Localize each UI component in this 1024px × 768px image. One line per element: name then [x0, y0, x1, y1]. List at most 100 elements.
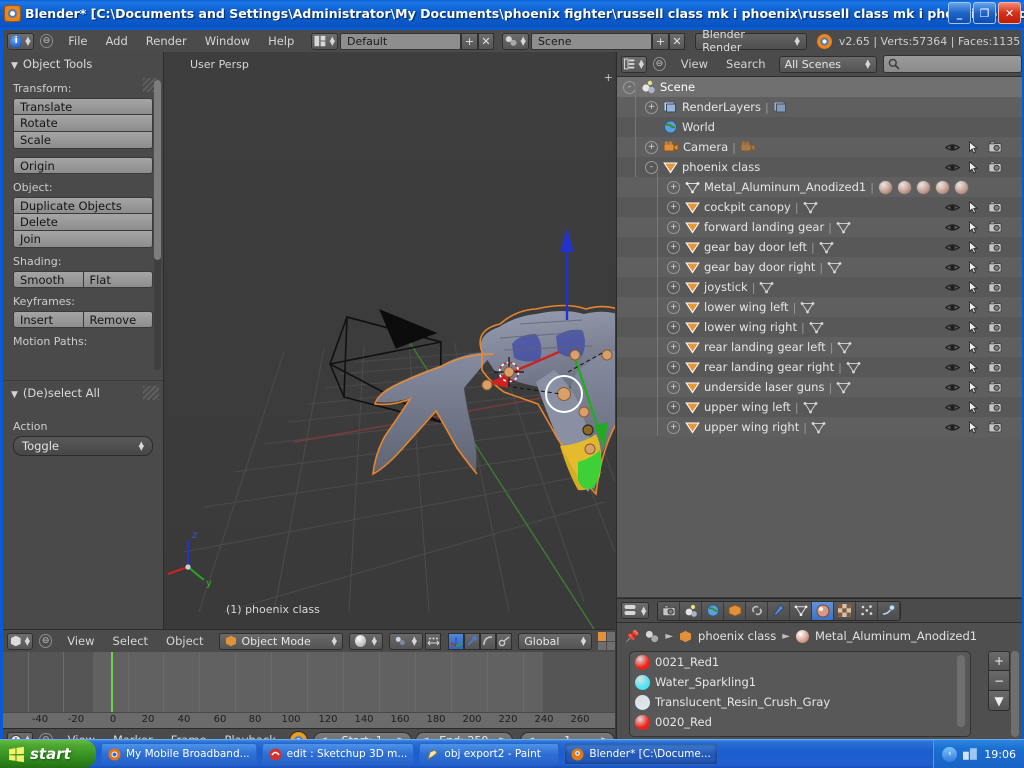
world-tab[interactable]: [702, 602, 724, 620]
particles-tab[interactable]: [856, 602, 878, 620]
outliner-row-rear-landing-gear-right[interactable]: + rear landing gear right|: [617, 357, 1022, 377]
restrict-render-toggle[interactable]: [988, 421, 1002, 433]
outliner-row-scene[interactable]: -Scene: [617, 77, 1022, 97]
delete-screen-layout-button[interactable]: ✕: [478, 33, 495, 50]
layers-widget[interactable]: [598, 632, 615, 650]
mesh-data-icon[interactable]: [837, 341, 852, 354]
outliner-row-cockpit-canopy[interactable]: + cockpit canopy|: [617, 197, 1022, 217]
mesh-data-icon[interactable]: [800, 301, 815, 314]
menu-file[interactable]: File: [59, 34, 96, 48]
restrict-view-toggle[interactable]: [945, 362, 960, 373]
properties-scrollbar[interactable]: [1011, 651, 1019, 737]
restrict-render-toggle[interactable]: [988, 201, 1002, 213]
restrict-render-toggle[interactable]: [988, 361, 1002, 373]
render-engine-select[interactable]: Blender Render ▲▼: [695, 33, 807, 50]
material-slot-row[interactable]: 0020_Red: [630, 712, 970, 732]
material-tab[interactable]: [812, 602, 834, 620]
restrict-view-toggle[interactable]: [945, 342, 960, 353]
restrict-select-toggle[interactable]: [968, 301, 980, 314]
outliner-expander[interactable]: +: [667, 201, 680, 214]
data-tab[interactable]: [790, 602, 812, 620]
outliner-expander[interactable]: +: [667, 301, 680, 314]
restrict-select-toggle[interactable]: [968, 401, 980, 414]
restrict-view-toggle[interactable]: [945, 282, 960, 293]
object-tab[interactable]: [724, 602, 746, 620]
insert-keyframe-button[interactable]: Insert: [13, 311, 84, 328]
window-titlebar[interactable]: Blender* [C:\Documents and Settings\Admi…: [0, 0, 1024, 27]
manipulator-toggle-button[interactable]: [425, 633, 441, 650]
outliner-expander[interactable]: +: [667, 241, 680, 254]
menu-add[interactable]: Add: [97, 34, 137, 48]
outliner-row-upper-wing-left[interactable]: + upper wing left|: [617, 397, 1022, 417]
scene-tab[interactable]: [680, 602, 702, 620]
mesh-data-icon[interactable]: [803, 401, 818, 414]
translate-manipulator-button[interactable]: [448, 633, 464, 650]
transform-orientation-select[interactable]: Global ▲▼: [518, 633, 592, 650]
add-screen-layout-button[interactable]: +: [461, 33, 478, 50]
restrict-view-toggle[interactable]: [945, 242, 960, 253]
restrict-select-toggle[interactable]: [968, 421, 980, 434]
viewport-shading-select[interactable]: ▲▼: [349, 633, 383, 650]
restrict-select-toggle[interactable]: [968, 241, 980, 254]
restrict-view-toggle[interactable]: [945, 262, 960, 273]
restrict-render-toggle[interactable]: [988, 321, 1002, 333]
outliner-expander[interactable]: +: [667, 421, 680, 434]
restrict-select-toggle[interactable]: [968, 141, 980, 154]
timeline-canvas[interactable]: [3, 652, 615, 712]
delete-button[interactable]: Delete: [13, 214, 153, 231]
restrict-select-toggle[interactable]: [968, 361, 980, 374]
scene-browse-button[interactable]: ▲▼: [502, 33, 529, 50]
material-slot-icon[interactable]: [916, 180, 931, 195]
outliner-menu-search[interactable]: Search: [717, 57, 775, 71]
restrict-render-toggle[interactable]: [988, 381, 1002, 393]
add-scene-button[interactable]: +: [652, 33, 669, 50]
deselect-all-panel-header[interactable]: ▼(De)select All: [3, 381, 163, 404]
properties-editor-type-button[interactable]: ▲▼: [621, 602, 649, 619]
taskbar-item[interactable]: My Mobile Broadband...: [101, 743, 257, 765]
scene-name-field[interactable]: Scene: [531, 33, 652, 50]
taskbar-item[interactable]: Blender* [C:\Docume...: [564, 743, 717, 765]
outliner-expander[interactable]: +: [667, 361, 680, 374]
restrict-view-toggle[interactable]: [945, 202, 960, 213]
interaction-mode-select[interactable]: Object Mode ▲▼: [219, 633, 343, 650]
viewport-menu-object[interactable]: Object: [157, 634, 212, 648]
outliner-tree[interactable]: -Scene+RenderLayers|World+Camera| - phoe…: [617, 77, 1022, 437]
modifiers-tab[interactable]: [768, 602, 790, 620]
restrict-view-toggle[interactable]: [945, 142, 960, 153]
restrict-view-toggle[interactable]: [945, 222, 960, 233]
render-tab[interactable]: [658, 602, 680, 620]
outliner-expander[interactable]: +: [667, 221, 680, 234]
physics-tab[interactable]: [878, 602, 900, 620]
outliner-row-world[interactable]: World: [617, 117, 1022, 137]
scale-manipulator-button[interactable]: [480, 633, 496, 650]
breadcrumb-object[interactable]: phoenix class: [698, 629, 776, 643]
collapse-menus-icon[interactable]: ⊖: [40, 34, 54, 48]
mesh-data-icon[interactable]: [836, 221, 851, 234]
restrict-view-toggle[interactable]: [945, 302, 960, 313]
mesh-data-icon[interactable]: [827, 261, 842, 274]
restrict-render-toggle[interactable]: [988, 301, 1002, 313]
outliner-menu-view[interactable]: View: [672, 57, 717, 71]
mesh-data-icon[interactable]: [836, 381, 851, 394]
constraints-tab[interactable]: [746, 602, 768, 620]
delete-scene-button[interactable]: ✕: [669, 33, 686, 50]
outliner-row-lower-wing-left[interactable]: + lower wing left|: [617, 297, 1022, 317]
remove-keyframe-button[interactable]: Remove: [84, 311, 154, 328]
duplicate-objects-button[interactable]: Duplicate Objects: [13, 197, 153, 214]
material-slot-list[interactable]: 0021_Red1 Water_Sparkling1 Translucent_R…: [629, 651, 971, 737]
menu-window[interactable]: Window: [196, 34, 259, 48]
breadcrumb-material[interactable]: Metal_Aluminum_Anodized1: [815, 629, 977, 643]
restrict-render-toggle[interactable]: [988, 221, 1002, 233]
minimize-button[interactable]: _: [948, 2, 971, 24]
shade-flat-button[interactable]: Flat: [84, 271, 154, 288]
mesh-data-icon[interactable]: [846, 361, 861, 374]
action-select[interactable]: Toggle ▲▼: [13, 436, 153, 456]
outliner-row-camera[interactable]: +Camera|: [617, 137, 1022, 157]
pivot-point-select[interactable]: ▲▼: [389, 633, 423, 650]
collapse-menus-icon[interactable]: ⊖: [39, 634, 52, 648]
outliner-row-metal-aluminum-anodized1[interactable]: + Metal_Aluminum_Anodized1|: [617, 177, 1022, 197]
restrict-view-toggle[interactable]: [945, 162, 960, 173]
restrict-render-toggle[interactable]: [988, 281, 1002, 293]
restrict-render-toggle[interactable]: [988, 341, 1002, 353]
outliner-row-underside-laser-guns[interactable]: + underside laser guns|: [617, 377, 1022, 397]
